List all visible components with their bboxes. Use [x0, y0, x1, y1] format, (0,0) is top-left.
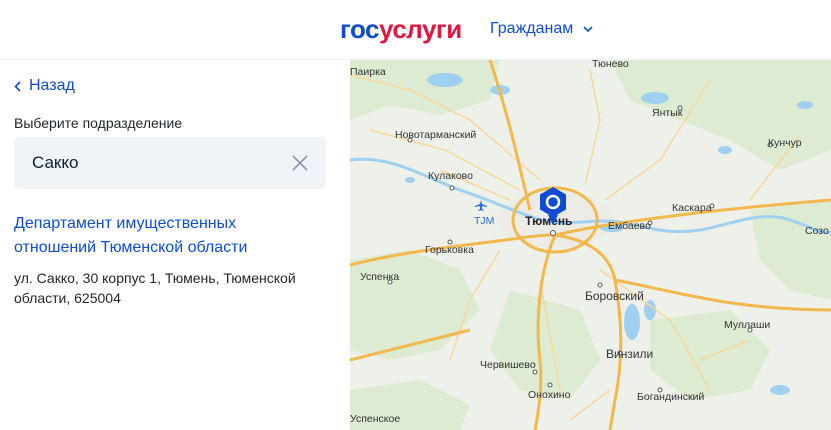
map-label-vinzili: Винзили — [606, 347, 653, 361]
citizens-menu[interactable]: Гражданам — [490, 18, 593, 40]
back-link[interactable]: Назад — [14, 76, 75, 96]
back-link-label: Назад — [29, 77, 75, 94]
logo-part-gos: гос — [340, 14, 380, 44]
logo-part-uslugi: услуги — [379, 14, 462, 44]
map-label-kulakovo: Кулаково — [428, 170, 473, 182]
result-address: ул. Сакко, 30 корпус 1, Тюмень, Тюменско… — [14, 270, 296, 306]
map-label-bogandinsky: Богандинский — [637, 391, 704, 403]
map-label-sozonovo: Созо — [805, 225, 829, 237]
map-label-onokhino: Онохино — [528, 389, 571, 401]
gosuslugi-logo[interactable]: госуслуги — [340, 14, 462, 44]
result-department-link[interactable]: Департамент имущественных отношений Тюме… — [14, 212, 314, 260]
header: госуслуги Гражданам — [0, 0, 831, 60]
map-label-yantyk: Янтык — [652, 107, 683, 119]
chevron-left-icon — [14, 80, 21, 92]
airplane-icon — [475, 200, 487, 211]
map-label-borovsky: Боровский — [585, 289, 644, 303]
map-canvas[interactable]: Паирка Тюнево Янтык Новотарманский Кунчу… — [350, 60, 831, 430]
map-label-novotarmansky: Новотарманский — [395, 129, 476, 141]
map-label-kaskara: Каскара — [672, 202, 712, 214]
subdivision-search-input[interactable] — [14, 137, 284, 189]
subdivision-field-label: Выберите подразделение — [14, 115, 183, 131]
chevron-down-icon — [583, 25, 593, 32]
sidebar-panel: Назад Выберите подразделение Департамент… — [0, 60, 350, 430]
map-label-mullashi: Муллаши — [724, 319, 770, 331]
map-label-gorkovka: Горьковка — [425, 244, 474, 256]
map-label-chervishevo: Червишево — [480, 359, 536, 371]
map-label-paika: Паирка — [350, 66, 386, 78]
clear-icon[interactable] — [290, 153, 310, 173]
map-label-airport: TJM — [474, 215, 494, 227]
map-label-uspenskoe: Успенское — [350, 413, 400, 425]
subdivision-search — [14, 137, 326, 189]
map-label-uspenka: Успенка — [360, 271, 399, 283]
citizens-menu-label: Гражданам — [490, 20, 574, 37]
map-label-tyunevo: Тюнево — [592, 60, 629, 70]
map[interactable]: Паирка Тюнево Янтык Новотарманский Кунчу… — [350, 60, 831, 430]
map-label-kunchur: Кунчур — [768, 137, 802, 149]
map-label-embaevo: Ембаево — [608, 220, 651, 232]
